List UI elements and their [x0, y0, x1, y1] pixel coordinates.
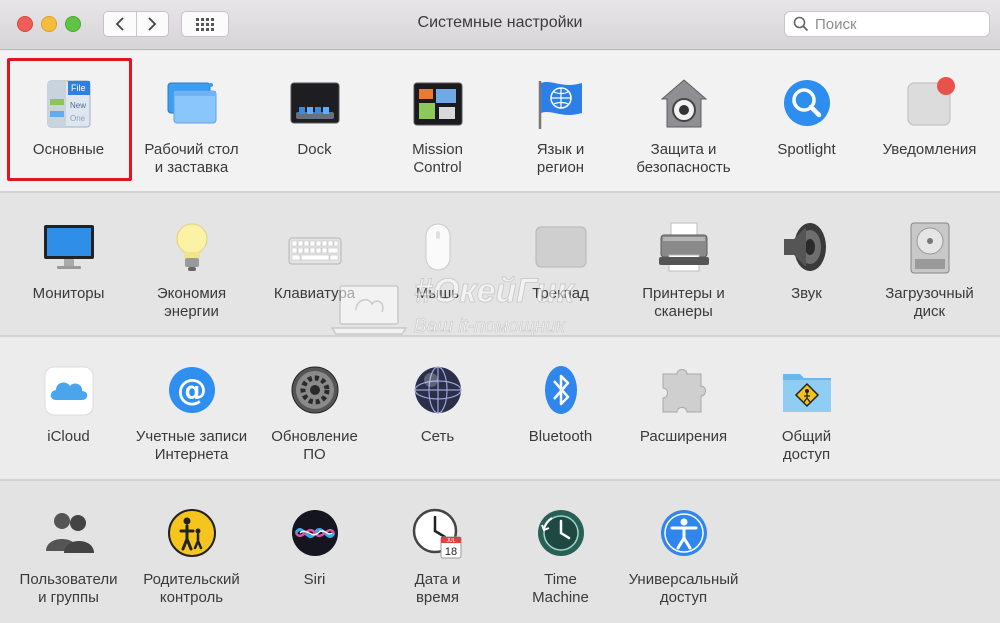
pref-label: Мышь	[415, 285, 460, 302]
security-icon	[660, 79, 707, 128]
pref-label: Spotlight	[777, 141, 836, 158]
pref-keyboard[interactable]: Клавиатура	[253, 221, 376, 303]
pref-displays[interactable]: Мониторы	[7, 221, 130, 303]
pref-internet-accounts[interactable]: @ Учетные записи Интернета	[130, 364, 253, 464]
displays-icon	[43, 225, 94, 269]
pref-spotlight[interactable]: Spotlight	[745, 77, 868, 159]
svg-text:JUL: JUL	[446, 538, 455, 544]
search-icon	[793, 16, 809, 32]
pref-extensions[interactable]: Расширения	[622, 364, 745, 446]
pref-label: Mission Control	[412, 141, 463, 176]
energy-saver-icon	[176, 223, 207, 271]
time-machine-icon	[537, 510, 584, 556]
pref-language-region[interactable]: Язык и регион	[499, 77, 622, 177]
notifications-icon	[907, 77, 955, 126]
extensions-icon	[662, 369, 706, 413]
dock-icon	[290, 82, 339, 124]
pref-date-time[interactable]: JUL 18 Дата и время	[376, 507, 499, 607]
search-field[interactable]	[784, 11, 990, 37]
pref-label: Загрузочный диск	[885, 285, 974, 320]
keyboard-icon	[288, 237, 341, 265]
speaker-icon	[783, 223, 826, 271]
pref-trackpad[interactable]: Трекпад	[499, 221, 622, 303]
pref-security[interactable]: Защита и безопасность	[622, 77, 745, 177]
pref-label: Принтеры и сканеры	[642, 285, 725, 320]
pref-label: Экономия энергии	[156, 285, 227, 320]
parental-controls-icon	[167, 509, 216, 557]
startup-disk-icon	[910, 222, 949, 274]
internet-accounts-icon: @	[168, 367, 215, 413]
pref-desktop-screensaver[interactable]: Рабочий стол и заставка	[130, 77, 253, 177]
pref-label: Bluetooth	[528, 428, 593, 445]
pref-label: Time Machine	[532, 571, 589, 606]
pref-software-update[interactable]: Обновление ПО	[253, 364, 376, 464]
pref-label: Мониторы	[32, 285, 105, 302]
pref-users-groups[interactable]: Пользователи и группы	[7, 507, 130, 607]
pref-label: Dock	[297, 141, 332, 158]
accessibility-icon	[660, 510, 707, 556]
pref-label: Язык и регион	[536, 141, 585, 176]
pref-label: Трекпад	[532, 285, 589, 302]
highlight-frame	[7, 58, 132, 181]
pref-parental-controls[interactable]: Родительский контроль	[130, 507, 253, 607]
pref-label: Обновление ПО	[271, 428, 358, 463]
desktop-screensaver-icon	[167, 82, 216, 124]
pref-label: Защита и безопасность	[636, 141, 731, 176]
pref-startup-disk[interactable]: Загрузочный диск	[868, 221, 991, 321]
pref-label: Siri	[303, 571, 326, 588]
pref-label: Универсальный доступ	[628, 571, 739, 606]
printer-icon	[658, 222, 709, 272]
pref-label: Общий доступ	[781, 428, 832, 463]
pref-energy-saver[interactable]: Экономия энергии	[130, 221, 253, 321]
pref-label: Родительский контроль	[143, 571, 240, 606]
pref-label: Уведомления	[882, 141, 977, 158]
search-input[interactable]	[815, 15, 985, 33]
trackpad-icon	[535, 226, 586, 268]
mouse-icon	[425, 223, 450, 271]
bluetooth-icon	[544, 366, 577, 414]
pref-dock[interactable]: Dock	[253, 77, 376, 159]
users-groups-icon	[45, 513, 94, 553]
mission-control-icon	[413, 82, 462, 126]
pref-sharing[interactable]: Общий доступ	[745, 364, 868, 464]
pref-printers-scanners[interactable]: Принтеры и сканеры	[622, 221, 745, 321]
svg-text:18: 18	[444, 546, 456, 558]
siri-icon	[291, 510, 338, 556]
pref-label: Расширения	[639, 428, 728, 445]
pref-label: Сеть	[420, 428, 455, 445]
pref-icloud[interactable]: iCloud	[7, 364, 130, 446]
language-region-icon	[538, 81, 582, 129]
icloud-icon	[44, 366, 93, 416]
pref-bluetooth[interactable]: Bluetooth	[499, 364, 622, 446]
pref-label: Дата и время	[414, 571, 461, 606]
pref-label: iCloud	[47, 428, 90, 445]
sharing-icon	[782, 374, 831, 412]
pref-label: Рабочий стол и заставка	[144, 141, 239, 176]
pref-accessibility[interactable]: Универсальный доступ	[622, 507, 745, 607]
pref-siri[interactable]: Siri	[253, 507, 376, 589]
pref-label: Клавиатура	[273, 285, 356, 302]
pref-label: Учетные записи Интернета	[135, 428, 248, 463]
spotlight-icon	[783, 80, 830, 126]
pref-label: Звук	[791, 285, 822, 302]
software-update-icon	[291, 366, 338, 414]
svg-text:@: @	[177, 373, 207, 408]
pref-time-machine[interactable]: Time Machine	[499, 507, 622, 607]
pref-sound[interactable]: Звук	[745, 221, 868, 303]
pref-mission-control[interactable]: Mission Control	[376, 77, 499, 177]
pref-notifications[interactable]: Уведомления	[868, 77, 991, 159]
pref-network[interactable]: Сеть	[376, 364, 499, 446]
system-preferences-window: Системные настройки File New One Основны…	[0, 0, 1000, 623]
pref-label: Пользователи и группы	[19, 571, 118, 606]
pref-mouse[interactable]: Мышь	[376, 221, 499, 303]
network-icon	[413, 366, 462, 414]
date-time-icon: JUL 18	[412, 508, 461, 559]
title-bar: Системные настройки	[0, 0, 1000, 50]
